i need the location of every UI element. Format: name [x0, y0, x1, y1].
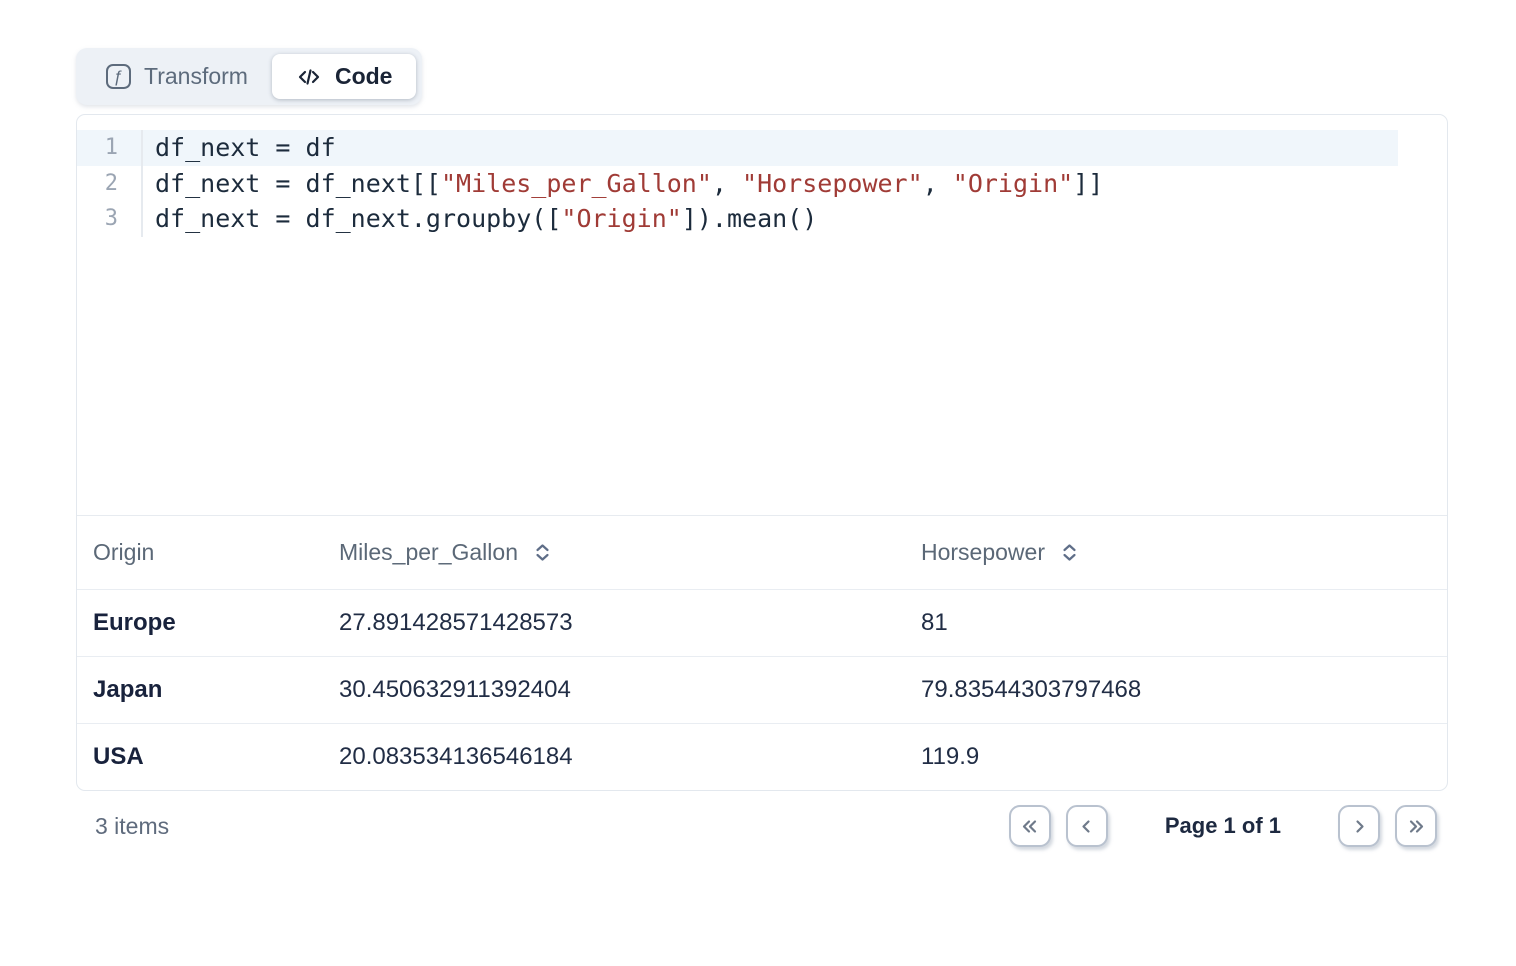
cell-miles-per-gallon: 27.891428571428573: [323, 609, 905, 637]
cell-origin: USA: [77, 743, 323, 771]
tab-transform[interactable]: ƒ Transform: [82, 54, 272, 99]
code-editor[interactable]: 1 df_next = df 2 df_next = df_next[["Mil…: [77, 115, 1447, 515]
chevrons-right-icon: [1406, 816, 1427, 837]
code-line: 2 df_next = df_next[["Miles_per_Gallon",…: [77, 166, 1447, 202]
code-string-segment: "Miles_per_Gallon": [441, 169, 712, 198]
line-number: 1: [77, 130, 143, 166]
chevrons-left-icon: [1019, 816, 1040, 837]
sort-icon: [533, 542, 552, 563]
chevron-left-icon: [1076, 816, 1097, 837]
code-string-segment: "Origin": [953, 169, 1073, 198]
results-table: Origin Miles_per_Gallon Horsepower: [77, 515, 1447, 790]
table-header-row: Origin Miles_per_Gallon Horsepower: [77, 515, 1447, 589]
column-header-horsepower[interactable]: Horsepower: [905, 539, 1447, 566]
cell-horsepower: 79.83544303797468: [905, 676, 1447, 704]
pagination-bar: 3 items Page 1 of 1: [76, 805, 1448, 847]
code-segment: ,: [712, 169, 742, 198]
code-and-results-panel: 1 df_next = df 2 df_next = df_next[["Mil…: [76, 114, 1448, 791]
column-header-origin: Origin: [77, 539, 323, 566]
code-string-segment: "Horsepower": [742, 169, 923, 198]
items-count: 3 items: [95, 813, 169, 840]
page-status: Page 1 of 1: [1165, 813, 1281, 839]
code-segment: df_next = df_next.groupby([: [155, 204, 561, 233]
code-segment: df_next = df: [155, 133, 336, 162]
code-segment: ]).mean(): [682, 204, 817, 233]
last-page-button[interactable]: [1395, 805, 1437, 847]
table-row: Japan 30.450632911392404 79.835443037974…: [77, 656, 1447, 723]
function-icon: ƒ: [106, 64, 131, 89]
code-text: df_next = df: [143, 130, 1447, 166]
column-header-horsepower-label: Horsepower: [921, 539, 1045, 566]
page: ƒ Transform Code 1 df_next = df 2 df_nex…: [76, 48, 1448, 847]
code-segment: df_next = df_next[[: [155, 169, 441, 198]
cell-miles-per-gallon: 30.450632911392404: [323, 676, 905, 704]
table-row: Europe 27.891428571428573 81: [77, 589, 1447, 656]
previous-page-button[interactable]: [1066, 805, 1108, 847]
code-text: df_next = df_next[["Miles_per_Gallon", "…: [143, 166, 1447, 202]
view-mode-tabs: ƒ Transform Code: [76, 48, 422, 105]
chevron-right-icon: [1349, 816, 1370, 837]
column-header-miles-per-gallon-label: Miles_per_Gallon: [339, 539, 518, 566]
line-number: 3: [77, 201, 143, 237]
code-segment: ,: [923, 169, 953, 198]
code-line: 1 df_next = df: [77, 130, 1447, 166]
cell-horsepower: 119.9: [905, 743, 1447, 771]
column-header-origin-label: Origin: [93, 539, 154, 566]
cell-miles-per-gallon: 20.083534136546184: [323, 743, 905, 771]
sort-icon: [1060, 542, 1079, 563]
code-segment: ]]: [1073, 169, 1103, 198]
code-line: 3 df_next = df_next.groupby(["Origin"]).…: [77, 201, 1447, 237]
pagination-controls: Page 1 of 1: [1009, 805, 1437, 847]
tab-transform-label: Transform: [144, 63, 248, 90]
function-icon-glyph: ƒ: [114, 68, 123, 85]
cell-origin: Japan: [77, 676, 323, 704]
tab-code-label: Code: [335, 63, 393, 90]
line-number: 2: [77, 166, 143, 202]
table-row: USA 20.083534136546184 119.9: [77, 723, 1447, 790]
first-page-button[interactable]: [1009, 805, 1051, 847]
cell-horsepower: 81: [905, 609, 1447, 637]
code-string-segment: "Origin": [561, 204, 681, 233]
code-text: df_next = df_next.groupby(["Origin"]).me…: [143, 201, 1447, 237]
column-header-miles-per-gallon[interactable]: Miles_per_Gallon: [323, 539, 905, 566]
code-icon: [296, 64, 322, 90]
tab-code[interactable]: Code: [272, 54, 417, 99]
cell-origin: Europe: [77, 609, 323, 637]
next-page-button[interactable]: [1338, 805, 1380, 847]
